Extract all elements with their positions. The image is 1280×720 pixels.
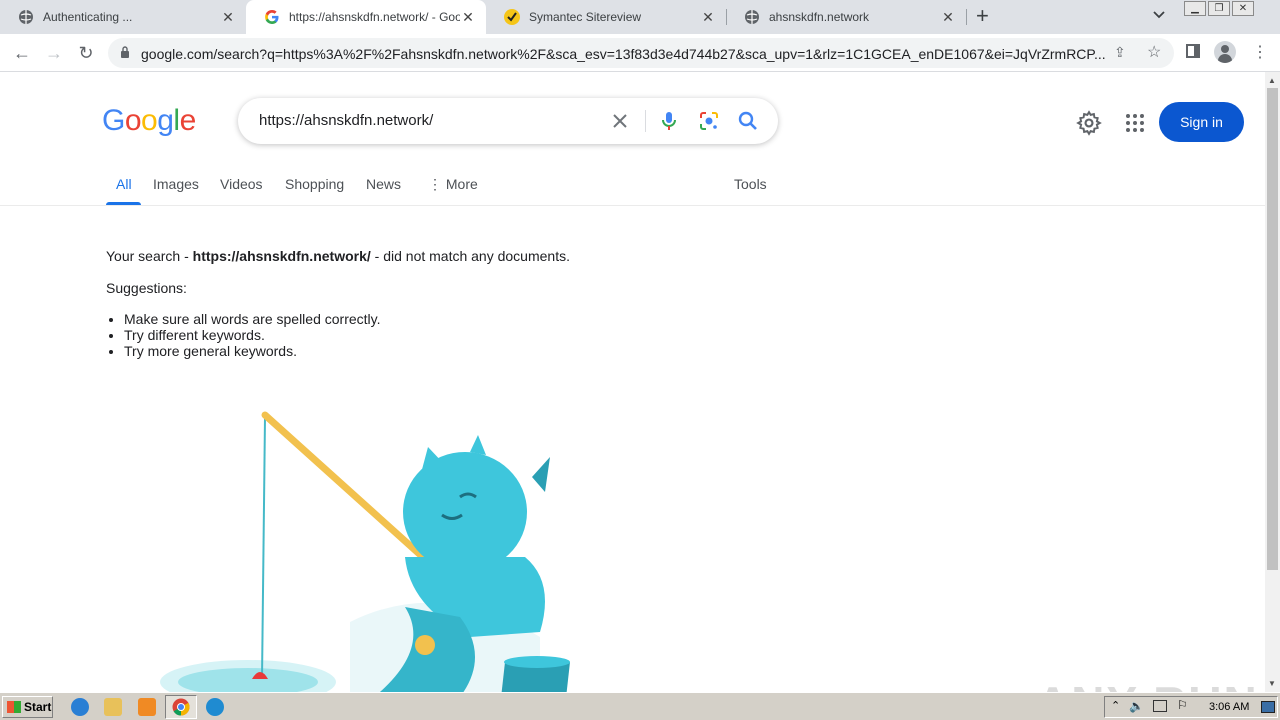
profile-avatar-icon[interactable] bbox=[1214, 41, 1236, 63]
tab-more[interactable]: ⋮ More bbox=[428, 176, 478, 193]
close-icon[interactable]: ✕ bbox=[940, 9, 956, 26]
minimize-icon[interactable]: ▁ bbox=[1184, 1, 1206, 16]
suggestion-item: Make sure all words are spelled correctl… bbox=[124, 311, 570, 327]
microphone-icon[interactable] bbox=[657, 109, 681, 133]
file-explorer-icon[interactable] bbox=[104, 698, 122, 716]
suggestions-label: Suggestions: bbox=[106, 280, 187, 296]
system-tray: ⌃ 🔈 ⚐ bbox=[1104, 696, 1278, 718]
side-panel-icon[interactable] bbox=[1186, 44, 1200, 58]
search-term: https://ahsnskdfn.network/ bbox=[192, 248, 371, 264]
lens-camera-icon[interactable] bbox=[697, 109, 721, 133]
tab-all[interactable]: All bbox=[116, 176, 132, 192]
no-results-message: Your search - https://ahsnskdfn.network/… bbox=[106, 247, 570, 359]
browser-toolbar: ← → ↻ google.com/search?q=https%3A%2F%2F… bbox=[0, 34, 1280, 72]
lock-icon bbox=[121, 46, 129, 58]
scroll-up-arrow-icon[interactable]: ▲ bbox=[1268, 76, 1276, 85]
bookmark-star-icon[interactable]: ☆ bbox=[1147, 42, 1161, 62]
globe-icon bbox=[744, 9, 760, 25]
search-box[interactable]: https://ahsnskdfn.network/ bbox=[238, 98, 778, 144]
tab-title: https://ahsnskdfn.network/ - Google bbox=[289, 10, 460, 24]
no-match-text: Your search - https://ahsnskdfn.network/… bbox=[106, 247, 570, 265]
tools-button[interactable]: Tools bbox=[734, 176, 767, 192]
close-icon[interactable]: ✕ bbox=[220, 9, 236, 26]
tab-title: ahsnskdfn.network bbox=[769, 10, 870, 24]
taskbar-chrome-active[interactable] bbox=[165, 695, 197, 719]
start-button[interactable]: Start bbox=[2, 696, 53, 718]
search-nav-tabs: All Images Videos Shopping News ⋮ More T… bbox=[0, 164, 1265, 206]
media-player-icon[interactable] bbox=[138, 698, 156, 716]
tab-more-label: More bbox=[445, 176, 478, 192]
address-url[interactable]: google.com/search?q=https%3A%2F%2Fahsnsk… bbox=[141, 46, 1106, 62]
search-icon[interactable] bbox=[736, 109, 760, 133]
suggestion-item: Try more general keywords. bbox=[124, 343, 570, 359]
restore-icon[interactable]: ❐ bbox=[1208, 1, 1230, 16]
suggestion-item: Try different keywords. bbox=[124, 327, 570, 343]
close-icon[interactable]: ✕ bbox=[460, 9, 476, 26]
no-match-suffix: - did not match any documents. bbox=[370, 248, 570, 264]
volume-icon[interactable]: 🔈 bbox=[1129, 699, 1144, 713]
share-icon[interactable]: ⇪ bbox=[1114, 44, 1126, 61]
tab-title: Symantec Sitereview bbox=[529, 10, 642, 24]
active-tab-indicator bbox=[106, 202, 141, 205]
edge-icon[interactable] bbox=[206, 698, 224, 716]
tab-authenticating[interactable]: Authenticating ... ✕ bbox=[0, 0, 246, 34]
tab-ahsnskdfn[interactable]: ahsnskdfn.network ✕ bbox=[726, 0, 966, 34]
search-input[interactable]: https://ahsnskdfn.network/ bbox=[259, 112, 433, 129]
start-label: Start bbox=[24, 700, 52, 714]
tab-separator bbox=[966, 9, 967, 25]
network-icon[interactable] bbox=[1153, 700, 1167, 712]
anyrun-watermark: ANY RUN bbox=[1036, 676, 1259, 692]
scroll-down-arrow-icon[interactable]: ▼ bbox=[1268, 679, 1276, 688]
tab-google-search[interactable]: https://ahsnskdfn.network/ - Google ✕ bbox=[246, 0, 486, 34]
forward-arrow-icon[interactable]: → bbox=[42, 41, 66, 65]
tab-videos[interactable]: Videos bbox=[220, 176, 263, 192]
tab-symantec-sitereview[interactable]: Symantec Sitereview ✕ bbox=[486, 0, 726, 34]
google-g-icon bbox=[264, 9, 280, 25]
back-arrow-icon[interactable]: ← bbox=[10, 41, 34, 65]
check-icon bbox=[504, 9, 520, 25]
windows-taskbar: Start ⌃ 🔈 ⚐ 3:06 AM bbox=[0, 692, 1280, 720]
internet-explorer-icon[interactable] bbox=[71, 698, 89, 716]
tab-title: Authenticating ... bbox=[43, 10, 133, 24]
fishing-yeti-illustration bbox=[160, 411, 570, 692]
google-search-page: Google https://ahsnskdfn.network/ Sign i… bbox=[0, 72, 1265, 692]
close-window-icon[interactable]: ✕ bbox=[1232, 1, 1254, 16]
scrollbar-thumb[interactable] bbox=[1267, 88, 1278, 570]
more-dots-icon: ⋮ bbox=[428, 176, 446, 192]
tray-expand-icon[interactable]: ⌃ bbox=[1111, 699, 1120, 712]
chrome-icon bbox=[172, 698, 190, 716]
tab-shopping[interactable]: Shopping bbox=[285, 176, 344, 192]
divider bbox=[645, 110, 646, 132]
globe-icon bbox=[18, 9, 34, 25]
tab-news[interactable]: News bbox=[366, 176, 401, 192]
clear-icon[interactable] bbox=[608, 109, 632, 133]
show-desktop-icon[interactable] bbox=[1261, 701, 1275, 713]
tab-strip: Authenticating ... ✕ https://ahsnskdfn.n… bbox=[0, 0, 1280, 34]
reload-icon[interactable]: ↻ bbox=[74, 41, 98, 65]
action-center-flag-icon[interactable]: ⚐ bbox=[1177, 698, 1188, 712]
windows-flag-icon bbox=[7, 701, 21, 713]
settings-gear-icon[interactable] bbox=[1076, 110, 1102, 136]
google-logo[interactable]: Google bbox=[102, 104, 196, 138]
address-bar[interactable]: google.com/search?q=https%3A%2F%2Fahsnsk… bbox=[108, 38, 1174, 68]
window-controls: ▁ ❐ ✕ bbox=[1182, 1, 1254, 16]
taskbar-clock[interactable]: 3:06 AM bbox=[1209, 701, 1249, 713]
google-apps-grid-icon[interactable] bbox=[1125, 113, 1145, 133]
tab-images[interactable]: Images bbox=[153, 176, 199, 192]
close-icon[interactable]: ✕ bbox=[700, 9, 716, 26]
suggestions-list: Make sure all words are spelled correctl… bbox=[124, 311, 570, 359]
tab-search-chevron-icon[interactable] bbox=[1153, 8, 1165, 22]
sign-in-button[interactable]: Sign in bbox=[1159, 102, 1244, 142]
menu-kebab-icon[interactable]: ⋮ bbox=[1252, 42, 1268, 62]
new-tab-button[interactable]: + bbox=[976, 5, 989, 27]
no-match-prefix: Your search - bbox=[106, 248, 193, 264]
